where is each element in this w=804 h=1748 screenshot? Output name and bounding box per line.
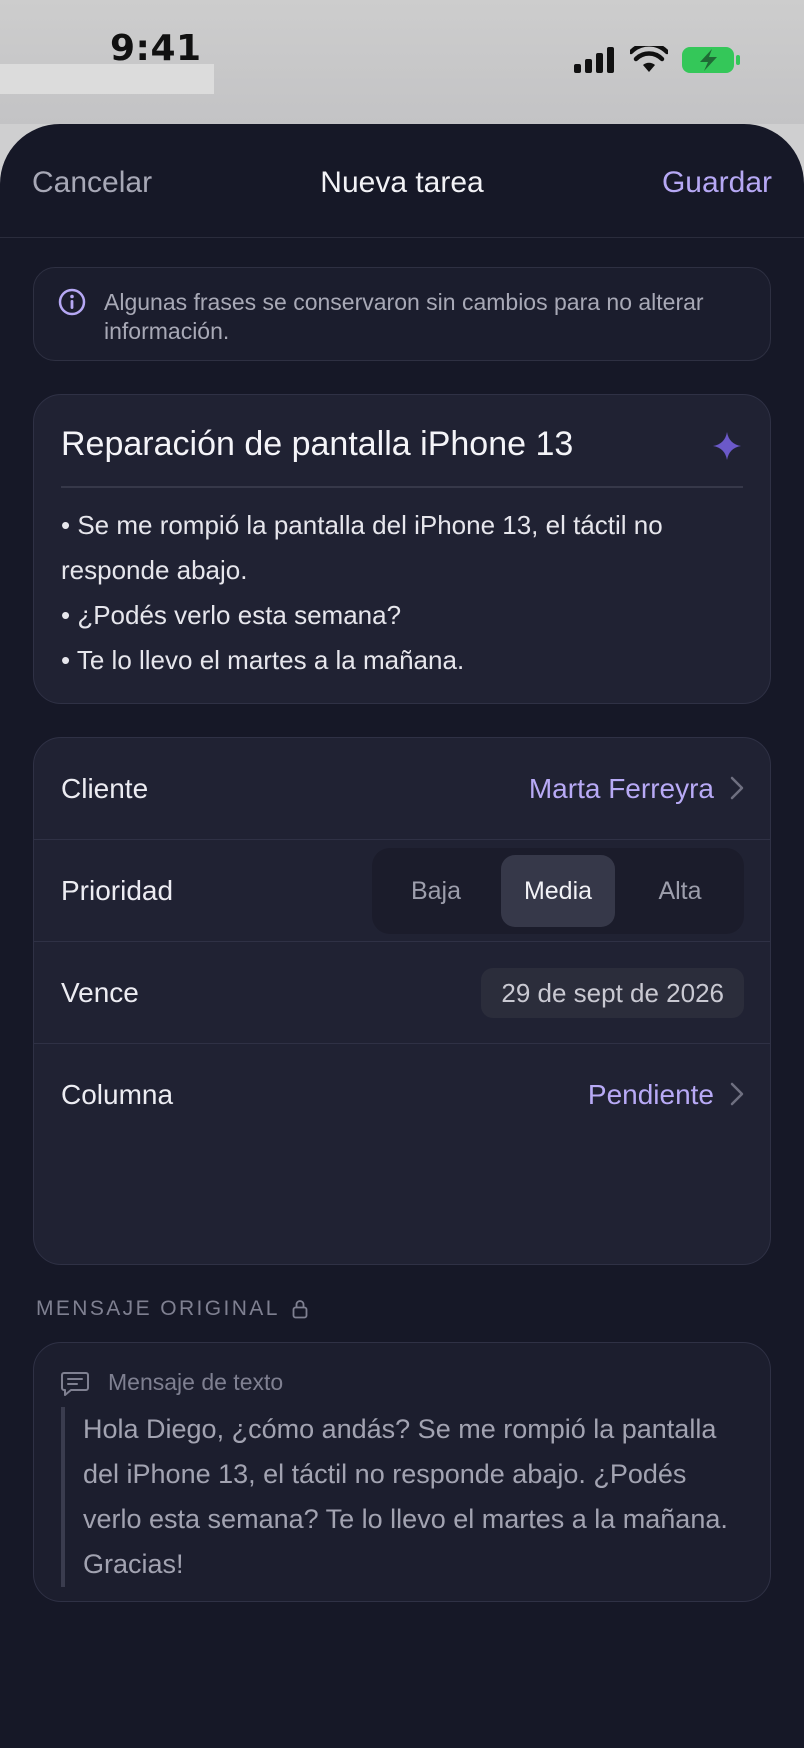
priority-option-high[interactable]: Alta <box>623 855 737 927</box>
notice-text: Algunas frases se conservaron sin cambio… <box>104 289 704 344</box>
status-blur <box>0 64 214 94</box>
client-row[interactable]: Cliente Marta Ferreyra <box>34 738 770 840</box>
nav-bar: Cancelar Nueva tarea Guardar <box>0 124 804 238</box>
task-bullet: • Te lo llevo el martes a la mañana. <box>61 645 465 675</box>
message-source: Mensaje de texto <box>108 1369 284 1395</box>
info-icon <box>58 288 86 316</box>
priority-label: Prioridad <box>61 875 174 906</box>
new-task-sheet: Cancelar Nueva tarea Guardar Algunas fra… <box>0 124 804 1748</box>
task-card: Reparación de pantalla iPhone 13 • Se me… <box>33 394 771 704</box>
priority-option-low[interactable]: Baja <box>379 855 493 927</box>
task-bullet: • ¿Podés verlo esta semana? <box>61 600 402 630</box>
status-time: 9:41 <box>110 28 202 69</box>
info-notice: Algunas frases se conservaron sin cambio… <box>33 267 771 361</box>
due-label: Vence <box>61 977 139 1008</box>
chevron-right-icon <box>730 776 744 800</box>
column-label: Columna <box>61 1079 174 1110</box>
original-message-section: MENSAJE ORIGINAL <box>36 1297 308 1321</box>
due-date-picker[interactable]: 29 de sept de 2026 <box>481 968 744 1018</box>
priority-segmented-control: Baja Media Alta <box>372 848 744 934</box>
section-label: MENSAJE ORIGINAL <box>36 1297 280 1320</box>
original-message-card: Mensaje de texto Hola Diego, ¿cómo andás… <box>33 1342 771 1602</box>
task-fields: Cliente Marta Ferreyra Prioridad Baja Me… <box>33 737 771 1265</box>
task-bullet: • Se me rompió la pantalla del iPhone 13… <box>61 510 663 585</box>
lock-icon <box>292 1300 308 1319</box>
divider <box>61 486 743 488</box>
signal-icon <box>574 47 614 73</box>
wifi-icon <box>630 46 668 72</box>
status-icons <box>574 46 740 74</box>
battery-icon <box>682 47 740 73</box>
task-description[interactable]: • Se me rompió la pantalla del iPhone 13… <box>61 503 751 683</box>
priority-option-medium[interactable]: Media <box>501 855 615 927</box>
client-label: Cliente <box>61 773 149 804</box>
task-title[interactable]: Reparación de pantalla iPhone 13 <box>61 425 573 464</box>
message-quote: Hola Diego, ¿cómo andás? Se me rompió la… <box>61 1407 751 1587</box>
due-row: Vence 29 de sept de 2026 <box>34 942 770 1044</box>
client-value: Marta Ferreyra <box>528 773 714 804</box>
chevron-right-icon <box>730 1082 744 1106</box>
sparkle-icon <box>713 432 741 460</box>
save-button[interactable]: Guardar <box>662 166 772 200</box>
priority-row: Prioridad Baja Media Alta <box>34 840 770 942</box>
status-bar: 9:41 <box>0 0 804 124</box>
column-row[interactable]: Columna Pendiente <box>34 1044 770 1146</box>
message-icon <box>61 1372 89 1396</box>
original-message-text: Hola Diego, ¿cómo andás? Se me rompió la… <box>83 1414 728 1579</box>
column-value: Pendiente <box>587 1079 714 1110</box>
